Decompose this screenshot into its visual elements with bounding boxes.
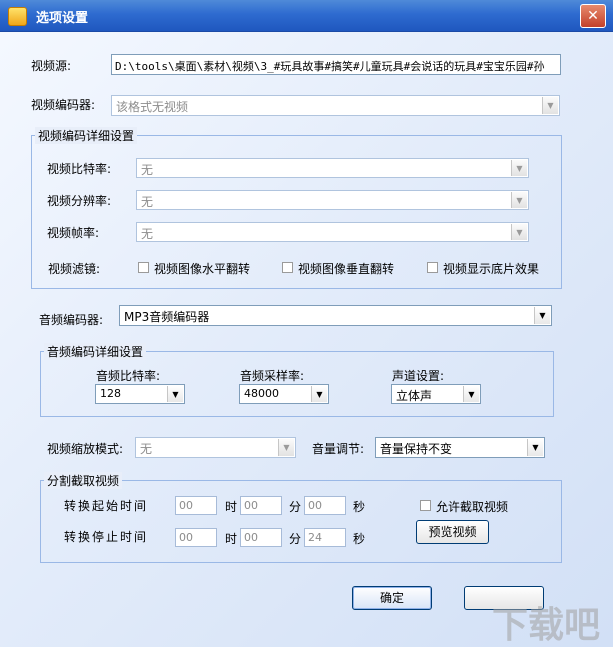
video-bitrate-value: 无 [141,163,154,177]
video-framerate-value: 无 [141,227,154,241]
allow-trim-checkbox[interactable] [420,500,431,511]
start-minute-unit: 分 [289,500,302,514]
video-source-label: 视频源: [31,59,72,73]
filter-negative-checkbox[interactable] [427,262,438,273]
trim-start-label: 转换起始时间 [64,499,149,513]
window-title: 选项设置 [36,11,89,26]
watermark-logo: 下载吧 [492,605,601,646]
start-hour-unit: 时 [225,500,238,514]
filter-negative-label: 视频显示底片效果 [443,262,540,276]
end-second-unit: 秒 [353,532,366,546]
dropdown-arrow-icon: ▼ [511,224,527,240]
dropdown-arrow-icon: ▼ [311,386,327,402]
audio-encoder-select[interactable]: MP3音频编码器 ▼ [119,305,552,326]
end-second-input[interactable]: 24 [304,528,346,547]
filter-vflip-label: 视频图像垂直翻转 [298,262,395,276]
dropdown-arrow-icon: ▼ [534,307,550,324]
trim-legend: 分割截取视频 [44,472,123,489]
end-minute-input[interactable]: 00 [240,528,282,547]
start-second-unit: 秒 [353,500,366,514]
preview-video-button[interactable]: 预览视频 [416,520,489,544]
audio-channel-value: 立体声 [396,389,433,403]
dropdown-arrow-icon: ▼ [463,386,479,402]
start-minute-input[interactable]: 00 [240,496,282,515]
dropdown-arrow-icon: ▼ [167,386,183,402]
end-hour-unit: 时 [225,532,238,546]
dropdown-arrow-icon: ▼ [511,160,527,176]
scale-mode-label: 视频缩放模式: [47,442,124,456]
video-encoder-label: 视频编码器: [31,98,96,112]
app-icon [8,7,27,26]
audio-samplerate-select[interactable]: 48000 ▼ [239,384,329,404]
start-second-input[interactable]: 00 [304,496,346,515]
video-resolution-value: 无 [141,195,154,209]
trim-end-label: 转换停止时间 [64,530,149,544]
dropdown-arrow-icon: ▼ [511,192,527,208]
video-encoder-select[interactable]: 该格式无视频 ▼ [111,95,560,116]
video-resolution-select[interactable]: 无 ▼ [136,190,529,210]
ok-button[interactable]: 确定 [352,586,432,610]
filter-vflip-checkbox[interactable] [282,262,293,273]
video-encoder-value: 该格式无视频 [116,100,189,114]
scale-mode-select[interactable]: 无 ▼ [135,437,296,458]
video-framerate-label: 视频帧率: [47,226,100,240]
scale-mode-value: 无 [140,442,153,456]
video-detail-legend: 视频编码详细设置 [35,127,138,144]
allow-trim-label: 允许截取视频 [436,500,509,514]
audio-samplerate-value: 48000 [244,387,279,400]
end-minute-unit: 分 [289,532,302,546]
audio-bitrate-value: 128 [100,387,121,400]
audio-encoder-value: MP3音频编码器 [124,310,210,324]
start-hour-input[interactable]: 00 [175,496,217,515]
audio-detail-legend: 音频编码详细设置 [44,343,147,360]
volume-select[interactable]: 音量保持不变 ▼ [375,437,545,458]
end-hour-input[interactable]: 00 [175,528,217,547]
audio-samplerate-label: 音频采样率: [240,369,305,383]
audio-bitrate-select[interactable]: 128 ▼ [95,384,185,404]
video-filter-label: 视频滤镜: [48,262,101,276]
dropdown-arrow-icon: ▼ [542,97,558,114]
audio-channel-select[interactable]: 立体声 ▼ [391,384,481,404]
filter-hflip-checkbox[interactable] [138,262,149,273]
dropdown-arrow-icon: ▼ [527,439,543,456]
audio-channel-label: 声道设置: [392,369,445,383]
volume-value: 音量保持不变 [380,442,453,456]
title-bar[interactable]: 选项设置 ✕ [0,0,613,32]
audio-bitrate-label: 音频比特率: [96,369,161,383]
volume-label: 音量调节: [312,442,365,456]
audio-encoder-label: 音频编码器: [39,313,104,327]
video-framerate-select[interactable]: 无 ▼ [136,222,529,242]
video-source-field[interactable]: D:\tools\桌面\素材\视频\3_#玩具故事#搞笑#儿童玩具#会说话的玩具… [111,54,561,75]
close-icon[interactable]: ✕ [580,4,606,28]
filter-hflip-label: 视频图像水平翻转 [154,262,251,276]
dropdown-arrow-icon: ▼ [278,439,294,456]
video-bitrate-select[interactable]: 无 ▼ [136,158,529,178]
video-bitrate-label: 视频比特率: [47,162,112,176]
video-resolution-label: 视频分辨率: [47,194,112,208]
